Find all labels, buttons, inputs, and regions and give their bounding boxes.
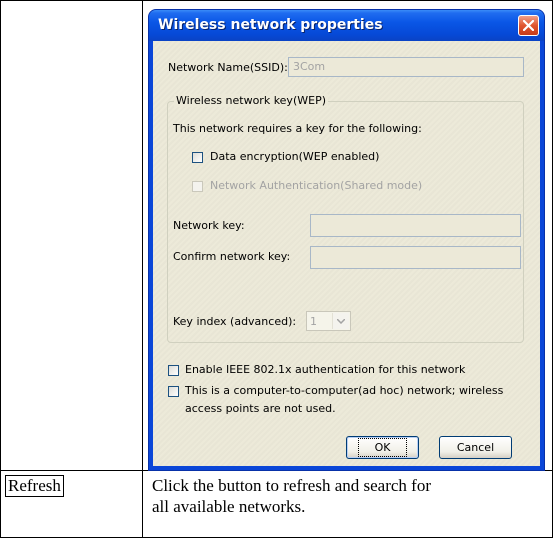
- ssid-field[interactable]: 3Com: [288, 57, 524, 77]
- network-key-field[interactable]: [310, 214, 521, 237]
- data-encryption-checkbox[interactable]: [192, 152, 203, 163]
- key-index-select[interactable]: 1: [306, 311, 351, 331]
- network-auth-label[interactable]: Network Authentication(Shared mode): [210, 179, 422, 192]
- wep-group-label: Wireless network key(WEP): [174, 94, 328, 107]
- confirm-key-label: Confirm network key:: [173, 250, 291, 263]
- title-bar[interactable]: Wireless network properties: [149, 10, 544, 41]
- close-button[interactable]: [518, 15, 539, 36]
- chevron-down-icon: [337, 319, 345, 324]
- confirm-key-field[interactable]: [310, 246, 521, 269]
- dialog-client-area: Network Name(SSID): 3Com Wireless networ…: [153, 41, 540, 466]
- ok-button-label: OK: [357, 438, 408, 457]
- adhoc-checkbox[interactable]: [168, 386, 179, 397]
- table-row: Refresh Click the button to refresh and …: [0, 470, 553, 538]
- key-index-value: 1: [310, 315, 317, 328]
- description-cell: Click the button to refresh and search f…: [142, 470, 553, 538]
- cancel-button[interactable]: Cancel: [439, 436, 512, 459]
- ok-button[interactable]: OK: [346, 436, 419, 459]
- refresh-term: Refresh: [5, 475, 64, 497]
- ieee-8021x-label[interactable]: Enable IEEE 802.1x authentication for th…: [185, 363, 465, 376]
- network-auth-checkbox[interactable]: [192, 181, 203, 192]
- ssid-label: Network Name(SSID):: [168, 61, 288, 74]
- adhoc-label-line1[interactable]: This is a computer-to-computer(ad hoc) n…: [185, 384, 503, 397]
- key-index-label: Key index (advanced):: [173, 315, 297, 328]
- ieee-8021x-checkbox[interactable]: [168, 365, 179, 376]
- dialog-title: Wireless network properties: [158, 17, 383, 33]
- description-line: Click the button to refresh and search f…: [152, 476, 431, 495]
- requires-key-text: This network requires a key for the foll…: [173, 122, 422, 135]
- description-line: all available networks.: [152, 497, 306, 516]
- network-key-label: Network key:: [173, 219, 245, 232]
- dropdown-button[interactable]: [332, 313, 349, 329]
- data-encryption-label[interactable]: Data encryption(WEP enabled): [210, 150, 379, 163]
- term-cell: Refresh: [0, 470, 143, 538]
- wireless-properties-dialog: Wireless network properties Network Name…: [149, 10, 544, 470]
- close-icon: [523, 20, 534, 31]
- adhoc-label-line2[interactable]: access points are not used.: [185, 402, 336, 415]
- empty-cell: [0, 0, 143, 471]
